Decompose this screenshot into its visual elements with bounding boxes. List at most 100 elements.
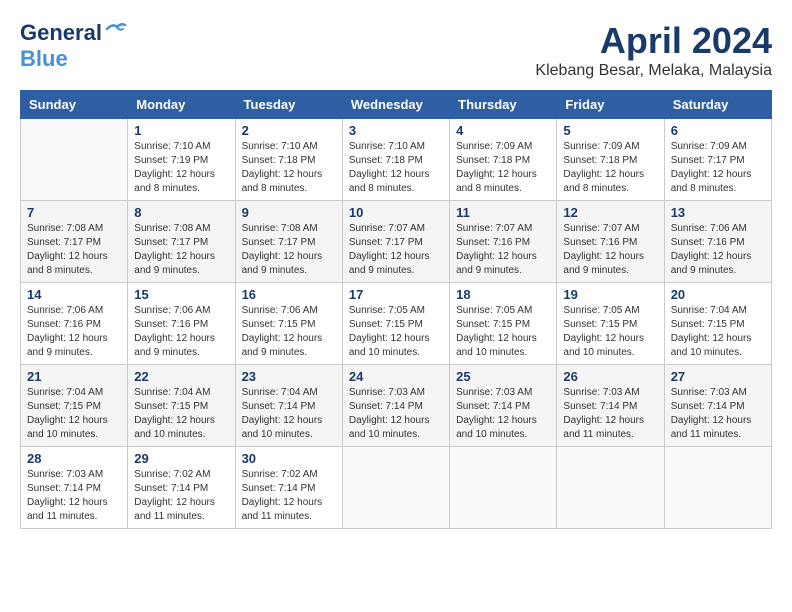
day-info: Sunrise: 7:07 AMSunset: 7:17 PMDaylight:… bbox=[349, 222, 443, 278]
calendar-cell: 10 Sunrise: 7:07 AMSunset: 7:17 PMDayligh… bbox=[342, 201, 449, 283]
weekday-header-friday: Friday bbox=[557, 91, 664, 119]
day-info: Sunrise: 7:05 AMSunset: 7:15 PMDaylight:… bbox=[349, 304, 443, 360]
weekday-header-thursday: Thursday bbox=[450, 91, 557, 119]
day-info: Sunrise: 7:09 AMSunset: 7:18 PMDaylight:… bbox=[456, 140, 550, 196]
day-number: 1 bbox=[134, 123, 228, 138]
day-number: 18 bbox=[456, 287, 550, 302]
day-info: Sunrise: 7:07 AMSunset: 7:16 PMDaylight:… bbox=[563, 222, 657, 278]
day-info: Sunrise: 7:08 AMSunset: 7:17 PMDaylight:… bbox=[242, 222, 336, 278]
day-number: 30 bbox=[242, 451, 336, 466]
day-number: 19 bbox=[563, 287, 657, 302]
day-info: Sunrise: 7:03 AMSunset: 7:14 PMDaylight:… bbox=[671, 386, 765, 442]
calendar-cell: 1 Sunrise: 7:10 AMSunset: 7:19 PMDaylight… bbox=[128, 119, 235, 201]
day-info: Sunrise: 7:04 AMSunset: 7:15 PMDaylight:… bbox=[671, 304, 765, 360]
day-number: 5 bbox=[563, 123, 657, 138]
day-info: Sunrise: 7:10 AMSunset: 7:19 PMDaylight:… bbox=[134, 140, 228, 196]
calendar-cell: 8Sunrise: 7:08 AMSunset: 7:17 PMDaylight… bbox=[128, 201, 235, 283]
calendar-cell: 5 Sunrise: 7:09 AMSunset: 7:18 PMDaylight… bbox=[557, 119, 664, 201]
weekday-header-monday: Monday bbox=[128, 91, 235, 119]
weekday-header-saturday: Saturday bbox=[664, 91, 771, 119]
day-info: Sunrise: 7:04 AMSunset: 7:15 PMDaylight:… bbox=[134, 386, 228, 442]
logo: General Blue bbox=[20, 20, 127, 72]
week-row-3: 14 Sunrise: 7:06 AMSunset: 7:16 PMDayligh… bbox=[21, 283, 772, 365]
day-number: 27 bbox=[671, 369, 765, 384]
logo-bird-icon bbox=[105, 21, 127, 37]
day-number: 29 bbox=[134, 451, 228, 466]
day-number: 14 bbox=[27, 287, 121, 302]
calendar-cell: 25 Sunrise: 7:03 AMSunset: 7:14 PMDayligh… bbox=[450, 365, 557, 447]
day-number: 3 bbox=[349, 123, 443, 138]
weekday-header-row: SundayMondayTuesdayWednesdayThursdayFrid… bbox=[21, 91, 772, 119]
weekday-header-sunday: Sunday bbox=[21, 91, 128, 119]
day-number: 9 bbox=[242, 205, 336, 220]
weekday-header-wednesday: Wednesday bbox=[342, 91, 449, 119]
weekday-header-tuesday: Tuesday bbox=[235, 91, 342, 119]
calendar-cell: 27 Sunrise: 7:03 AMSunset: 7:14 PMDayligh… bbox=[664, 365, 771, 447]
calendar-cell: 17 Sunrise: 7:05 AMSunset: 7:15 PMDayligh… bbox=[342, 283, 449, 365]
day-number: 6 bbox=[671, 123, 765, 138]
week-row-4: 21Sunrise: 7:04 AMSunset: 7:15 PMDayligh… bbox=[21, 365, 772, 447]
calendar-cell: 28Sunrise: 7:03 AMSunset: 7:14 PMDayligh… bbox=[21, 447, 128, 529]
week-row-2: 7 Sunrise: 7:08 AMSunset: 7:17 PMDaylight… bbox=[21, 201, 772, 283]
day-info: Sunrise: 7:04 AMSunset: 7:15 PMDaylight:… bbox=[27, 386, 121, 442]
day-number: 26 bbox=[563, 369, 657, 384]
calendar-cell: 4 Sunrise: 7:09 AMSunset: 7:18 PMDaylight… bbox=[450, 119, 557, 201]
day-number: 2 bbox=[242, 123, 336, 138]
calendar-cell: 13 Sunrise: 7:06 AMSunset: 7:16 PMDayligh… bbox=[664, 201, 771, 283]
day-info: Sunrise: 7:06 AMSunset: 7:16 PMDaylight:… bbox=[27, 304, 121, 360]
day-info: Sunrise: 7:02 AMSunset: 7:14 PMDaylight:… bbox=[134, 468, 228, 524]
day-info: Sunrise: 7:07 AMSunset: 7:16 PMDaylight:… bbox=[456, 222, 550, 278]
calendar-cell: 9 Sunrise: 7:08 AMSunset: 7:17 PMDaylight… bbox=[235, 201, 342, 283]
calendar-cell: 23Sunrise: 7:04 AMSunset: 7:14 PMDayligh… bbox=[235, 365, 342, 447]
day-info: Sunrise: 7:03 AMSunset: 7:14 PMDaylight:… bbox=[456, 386, 550, 442]
calendar-cell bbox=[342, 447, 449, 529]
logo-general-text: General bbox=[20, 20, 102, 46]
calendar-title: April 2024 bbox=[535, 20, 772, 62]
calendar-cell: 21Sunrise: 7:04 AMSunset: 7:15 PMDayligh… bbox=[21, 365, 128, 447]
calendar-cell bbox=[21, 119, 128, 201]
calendar-cell: 11 Sunrise: 7:07 AMSunset: 7:16 PMDayligh… bbox=[450, 201, 557, 283]
day-number: 24 bbox=[349, 369, 443, 384]
logo-blue-text: Blue bbox=[20, 46, 68, 72]
day-number: 11 bbox=[456, 205, 550, 220]
calendar-cell bbox=[557, 447, 664, 529]
day-number: 15 bbox=[134, 287, 228, 302]
day-info: Sunrise: 7:06 AMSunset: 7:15 PMDaylight:… bbox=[242, 304, 336, 360]
calendar-cell: 16 Sunrise: 7:06 AMSunset: 7:15 PMDayligh… bbox=[235, 283, 342, 365]
day-number: 10 bbox=[349, 205, 443, 220]
day-number: 7 bbox=[27, 205, 121, 220]
calendar-cell: 18Sunrise: 7:05 AMSunset: 7:15 PMDayligh… bbox=[450, 283, 557, 365]
calendar-cell: 19 Sunrise: 7:05 AMSunset: 7:15 PMDayligh… bbox=[557, 283, 664, 365]
calendar-subtitle: Klebang Besar, Melaka, Malaysia bbox=[535, 62, 772, 80]
week-row-5: 28Sunrise: 7:03 AMSunset: 7:14 PMDayligh… bbox=[21, 447, 772, 529]
day-number: 25 bbox=[456, 369, 550, 384]
day-info: Sunrise: 7:06 AMSunset: 7:16 PMDaylight:… bbox=[671, 222, 765, 278]
day-number: 17 bbox=[349, 287, 443, 302]
day-info: Sunrise: 7:05 AMSunset: 7:15 PMDaylight:… bbox=[563, 304, 657, 360]
day-info: Sunrise: 7:09 AMSunset: 7:17 PMDaylight:… bbox=[671, 140, 765, 196]
calendar-cell: 24Sunrise: 7:03 AMSunset: 7:14 PMDayligh… bbox=[342, 365, 449, 447]
day-info: Sunrise: 7:06 AMSunset: 7:16 PMDaylight:… bbox=[134, 304, 228, 360]
day-info: Sunrise: 7:04 AMSunset: 7:14 PMDaylight:… bbox=[242, 386, 336, 442]
day-number: 13 bbox=[671, 205, 765, 220]
page-header: General Blue April 2024 Klebang Besar, M… bbox=[20, 20, 772, 80]
day-number: 4 bbox=[456, 123, 550, 138]
day-info: Sunrise: 7:09 AMSunset: 7:18 PMDaylight:… bbox=[563, 140, 657, 196]
day-info: Sunrise: 7:03 AMSunset: 7:14 PMDaylight:… bbox=[27, 468, 121, 524]
day-info: Sunrise: 7:08 AMSunset: 7:17 PMDaylight:… bbox=[27, 222, 121, 278]
day-number: 16 bbox=[242, 287, 336, 302]
calendar-cell: 12Sunrise: 7:07 AMSunset: 7:16 PMDayligh… bbox=[557, 201, 664, 283]
week-row-1: 1 Sunrise: 7:10 AMSunset: 7:19 PMDaylight… bbox=[21, 119, 772, 201]
calendar-cell bbox=[664, 447, 771, 529]
day-info: Sunrise: 7:03 AMSunset: 7:14 PMDaylight:… bbox=[563, 386, 657, 442]
calendar-cell: 7 Sunrise: 7:08 AMSunset: 7:17 PMDaylight… bbox=[21, 201, 128, 283]
calendar-cell: 3 Sunrise: 7:10 AMSunset: 7:18 PMDaylight… bbox=[342, 119, 449, 201]
calendar-table: SundayMondayTuesdayWednesdayThursdayFrid… bbox=[20, 90, 772, 529]
day-info: Sunrise: 7:10 AMSunset: 7:18 PMDaylight:… bbox=[242, 140, 336, 196]
calendar-cell: 22Sunrise: 7:04 AMSunset: 7:15 PMDayligh… bbox=[128, 365, 235, 447]
calendar-cell bbox=[450, 447, 557, 529]
day-number: 20 bbox=[671, 287, 765, 302]
day-info: Sunrise: 7:10 AMSunset: 7:18 PMDaylight:… bbox=[349, 140, 443, 196]
day-info: Sunrise: 7:08 AMSunset: 7:17 PMDaylight:… bbox=[134, 222, 228, 278]
calendar-cell: 2 Sunrise: 7:10 AMSunset: 7:18 PMDaylight… bbox=[235, 119, 342, 201]
